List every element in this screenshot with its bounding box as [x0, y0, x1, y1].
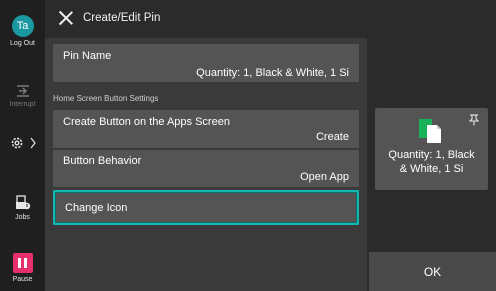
left-rail: Ta Log Out Interrupt Jobs Pause — [0, 0, 45, 291]
avatar: Ta — [11, 15, 34, 37]
pin-preview-line2: & White, 1 Si — [399, 163, 464, 175]
close-icon[interactable] — [58, 10, 74, 26]
pin-name-row[interactable]: Pin Name Quantity: 1, Black & White, 1 S… — [53, 44, 359, 82]
section-label: Home Screen Button Settings — [53, 94, 159, 103]
right-panel: Quantity: 1, Black & White, 1 Si OK — [367, 38, 496, 291]
pin-name-title: Pin Name — [63, 50, 112, 62]
pin-icon — [468, 114, 480, 126]
settings-list: Pin Name Quantity: 1, Black & White, 1 S… — [45, 38, 367, 291]
document-icon — [419, 119, 441, 143]
gear-icon — [11, 137, 22, 149]
jobs-label: Jobs — [15, 214, 30, 221]
create-button-row[interactable]: Create Button on the Apps Screen Create — [53, 110, 359, 148]
logout-button[interactable]: Ta Log Out — [0, 15, 45, 47]
pause-icon — [12, 253, 33, 273]
interrupt-button[interactable]: Interrupt — [0, 84, 45, 108]
pin-preview-label: Quantity: 1, Black & White, 1 Si — [375, 148, 488, 176]
button-behavior-title: Button Behavior — [63, 155, 142, 167]
change-icon-title: Change Icon — [65, 202, 128, 214]
change-icon-row[interactable]: Change Icon — [53, 190, 359, 225]
create-button-value: Create — [315, 131, 349, 143]
jobs-button[interactable]: Jobs — [0, 195, 45, 221]
button-behavior-value: Open App — [300, 171, 349, 183]
interrupt-icon — [16, 85, 29, 97]
pin-name-value: Quantity: 1, Black & White, 1 Si — [196, 67, 349, 79]
settings-button[interactable] — [0, 136, 45, 150]
create-button-title: Create Button on the Apps Screen — [63, 116, 230, 128]
pin-preview-tile[interactable]: Quantity: 1, Black & White, 1 Si — [375, 108, 488, 190]
pause-button[interactable]: Pause — [0, 253, 45, 283]
chevron-right-icon — [30, 137, 36, 149]
ok-button[interactable]: OK — [369, 252, 496, 291]
pin-preview-line1: Quantity: 1, Black — [388, 149, 475, 161]
interrupt-label: Interrupt — [9, 101, 36, 108]
app-window: Ta Log Out Interrupt Jobs Pause Create/E… — [0, 0, 496, 291]
header: Create/Edit Pin — [45, 0, 496, 38]
button-behavior-row[interactable]: Button Behavior Open App — [53, 150, 359, 187]
page-title: Create/Edit Pin — [83, 12, 161, 24]
jobs-icon — [15, 195, 30, 210]
logout-label: Log Out — [10, 40, 35, 47]
pause-label: Pause — [12, 276, 33, 283]
